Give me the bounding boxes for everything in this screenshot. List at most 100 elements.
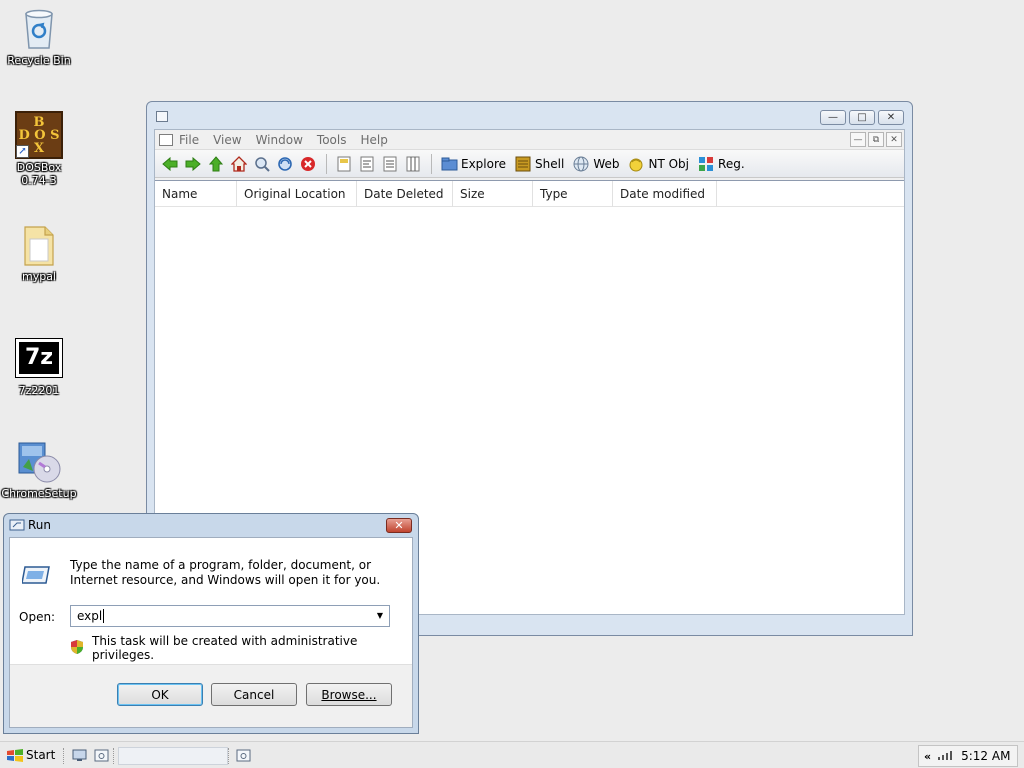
- nt-obj-label: NT Obj: [648, 156, 690, 171]
- run-close-button[interactable]: ✕: [386, 518, 412, 533]
- toolbar: Explore Shell Web NT Obj Reg.: [155, 150, 904, 178]
- run-dialog: Run ✕ Type the name of a program, folder…: [3, 513, 419, 734]
- notification-area: « 5:12 AM: [918, 745, 1018, 767]
- close-icon: ✕: [394, 519, 404, 532]
- mdi-restore-button[interactable]: ⧉: [868, 132, 884, 147]
- small-icons-view-icon[interactable]: [358, 155, 376, 173]
- desktop-icon-7z2201[interactable]: 7z 7z2201: [1, 334, 77, 397]
- large-icons-view-icon[interactable]: [335, 155, 353, 173]
- close-button[interactable]: ✕: [878, 110, 904, 125]
- column-header-date-modified[interactable]: Date modified: [613, 181, 717, 207]
- admin-privileges-note: This task will be created with administr…: [70, 634, 412, 662]
- shell-button[interactable]: Shell: [514, 155, 564, 173]
- list-view-icon[interactable]: [381, 155, 399, 173]
- run-program-icon: [21, 563, 52, 587]
- show-desktop-icon[interactable]: [72, 749, 87, 762]
- windows-flag-icon: [6, 748, 24, 762]
- toolbar-separator: [431, 153, 432, 174]
- mypal-label: mypal: [21, 270, 56, 283]
- 7z2201-label: 7z2201: [18, 384, 60, 397]
- reg-button[interactable]: Reg.: [697, 155, 745, 173]
- recycle-bin-icon: [15, 4, 63, 52]
- explore-folder-icon: [440, 155, 458, 173]
- chevron-down-icon[interactable]: ▼: [373, 606, 387, 626]
- mdi-caption-buttons: — ⧉ ✕: [850, 132, 902, 147]
- window-app-icon[interactable]: [156, 111, 168, 122]
- run-description: Type the name of a program, folder, docu…: [70, 558, 381, 587]
- web-label: Web: [593, 156, 620, 171]
- desktop-icon-recycle-bin[interactable]: Recycle Bin: [1, 4, 77, 67]
- start-label: Start: [26, 748, 56, 762]
- explorer-titlebar[interactable]: — □ ✕: [147, 102, 912, 129]
- column-header-original-location[interactable]: Original Location: [237, 181, 357, 207]
- up-arrow-icon[interactable]: [207, 155, 225, 173]
- back-arrow-icon[interactable]: [161, 155, 179, 173]
- shell-label: Shell: [535, 156, 565, 171]
- cancel-button[interactable]: Cancel: [211, 683, 297, 706]
- nt-object-icon: [627, 155, 645, 173]
- network-icon[interactable]: [937, 749, 953, 764]
- minimize-icon: —: [828, 111, 838, 123]
- start-button[interactable]: Start: [6, 748, 55, 762]
- tray-expand-chevron[interactable]: «: [924, 750, 931, 763]
- column-header-size[interactable]: Size: [453, 181, 533, 207]
- desktop-icon-dosbox[interactable]: BD O SX ↗ DOSBox 0.74-3: [1, 111, 77, 187]
- dosbox-label: DOSBox 0.74-3: [16, 161, 62, 187]
- close-icon: ✕: [886, 111, 896, 123]
- quick-launch-window-icon[interactable]: [94, 749, 109, 762]
- explore-button[interactable]: Explore: [440, 155, 506, 173]
- forward-arrow-icon[interactable]: [184, 155, 202, 173]
- run-dialog-titlebar[interactable]: Run ✕: [4, 514, 418, 536]
- text-caret: [103, 609, 105, 623]
- folder-icon: [15, 220, 63, 268]
- menu-help[interactable]: Help: [360, 133, 387, 147]
- globe-icon: [572, 155, 590, 173]
- menu-bar: File View Window Tools Help — ⧉ ✕: [155, 130, 904, 150]
- search-icon[interactable]: [253, 155, 271, 173]
- browse-button[interactable]: Browse...: [306, 683, 392, 706]
- open-combobox[interactable]: expl ▼: [70, 605, 390, 627]
- uac-shield-icon: [70, 639, 84, 658]
- taskbar-grip[interactable]: [63, 748, 65, 764]
- menu-tools[interactable]: Tools: [317, 133, 347, 147]
- nt-obj-button[interactable]: NT Obj: [627, 155, 689, 173]
- mdi-minimize-button[interactable]: —: [850, 132, 866, 147]
- ok-button[interactable]: OK: [117, 683, 203, 706]
- taskbar-button-empty[interactable]: [118, 747, 228, 765]
- run-dialog-title: Run: [28, 518, 52, 532]
- registry-icon: [697, 155, 715, 173]
- run-dialog-footer: OK Cancel Browse...: [10, 664, 412, 727]
- taskbar-window-icon[interactable]: [236, 749, 251, 762]
- mdi-child-icon[interactable]: [159, 133, 173, 146]
- taskbar-grip[interactable]: [113, 748, 115, 764]
- explore-label: Explore: [461, 156, 507, 171]
- recycle-bin-label: Recycle Bin: [7, 54, 71, 67]
- menu-file[interactable]: File: [179, 133, 199, 147]
- menu-view[interactable]: View: [213, 133, 241, 147]
- caption-buttons: — □ ✕: [820, 110, 904, 125]
- clock[interactable]: 5:12 AM: [961, 749, 1010, 763]
- minimize-button[interactable]: —: [820, 110, 846, 125]
- admin-privileges-text: This task will be created with administr…: [92, 634, 358, 662]
- chromesetup-label: ChromeSetup: [1, 487, 77, 500]
- column-header-date-deleted[interactable]: Date Deleted: [357, 181, 453, 207]
- column-header-type[interactable]: Type: [533, 181, 613, 207]
- stop-icon[interactable]: [299, 155, 317, 173]
- maximize-icon: □: [857, 111, 867, 123]
- desktop-icon-mypal[interactable]: mypal: [1, 220, 77, 283]
- 7zip-icon: 7z: [15, 334, 63, 382]
- web-button[interactable]: Web: [572, 155, 619, 173]
- home-icon[interactable]: [230, 155, 248, 173]
- maximize-button[interactable]: □: [849, 110, 875, 125]
- taskbar: Start « 5:12 AM: [0, 741, 1024, 768]
- refresh-icon[interactable]: [276, 155, 294, 173]
- mdi-close-button[interactable]: ✕: [886, 132, 902, 147]
- desktop-icon-chromesetup[interactable]: ChromeSetup: [1, 437, 77, 500]
- column-header-name[interactable]: Name: [155, 181, 237, 207]
- open-label: Open:: [19, 610, 56, 624]
- details-view-icon[interactable]: [404, 155, 422, 173]
- menu-window[interactable]: Window: [256, 133, 303, 147]
- open-input-value[interactable]: expl: [77, 609, 102, 623]
- taskbar-grip[interactable]: [228, 748, 230, 764]
- run-dialog-body: Type the name of a program, folder, docu…: [9, 537, 413, 728]
